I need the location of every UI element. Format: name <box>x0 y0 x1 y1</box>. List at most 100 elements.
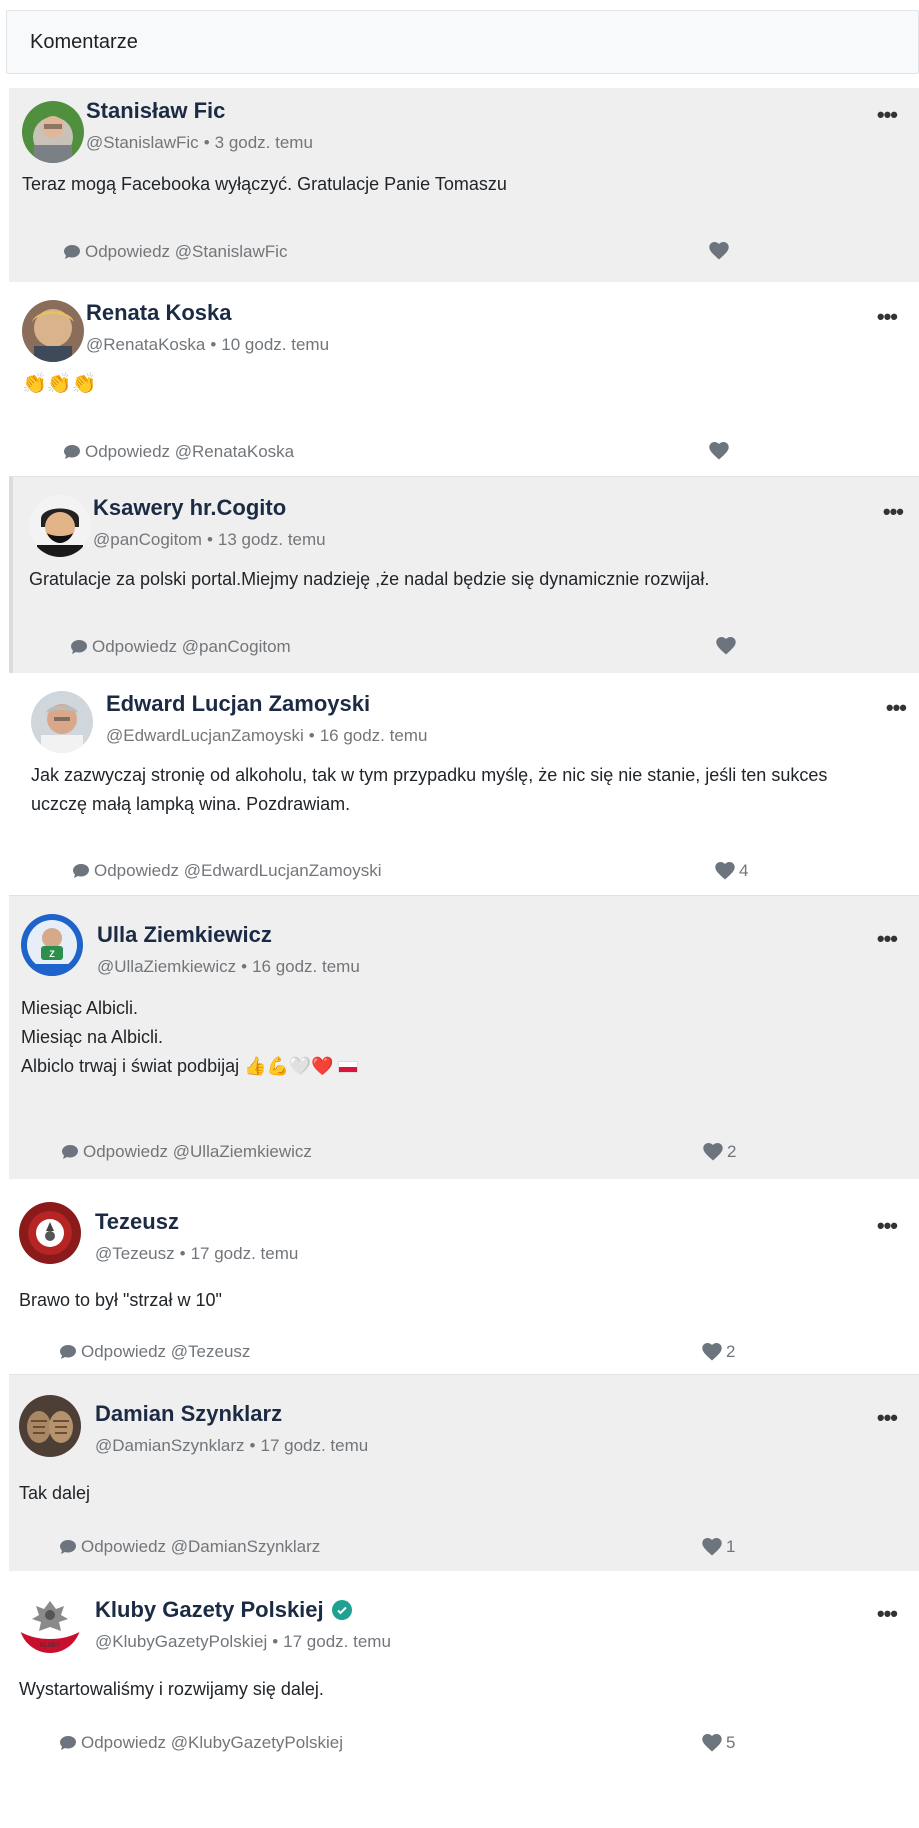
reply-button[interactable]: Odpowiedz @EdwardLucjanZamoyski <box>72 861 382 881</box>
comment-text-line: uczczę małą lampką wina. Pozdrawiam. <box>31 794 351 814</box>
reply-button[interactable]: Odpowiedz @DamianSzynklarz <box>59 1537 320 1557</box>
reply-label[interactable]: Odpowiedz @DamianSzynklarz <box>81 1537 320 1557</box>
user-handle[interactable]: @Tezeusz <box>95 1244 175 1263</box>
author-name-text[interactable]: Stanisław Fic <box>86 98 225 124</box>
avatar[interactable] <box>19 1395 81 1457</box>
comment-meta: @DamianSzynklarz • 17 godz. temu <box>95 1436 368 1456</box>
speech-bubble-icon <box>62 1145 78 1159</box>
reply-button[interactable]: Odpowiedz @Tezeusz <box>59 1342 250 1362</box>
author-name[interactable]: Edward Lucjan Zamoyski <box>106 691 370 717</box>
meta-separator: • <box>206 530 213 549</box>
author-name[interactable]: Ulla Ziemkiewicz <box>97 922 272 948</box>
user-handle[interactable]: @EdwardLucjanZamoyski <box>106 726 304 745</box>
comment-text: Jak zazwyczaj stronię od alkoholu, tak w… <box>31 761 891 819</box>
reply-label[interactable]: Odpowiedz @RenataKoska <box>85 442 294 462</box>
like-button[interactable] <box>709 242 733 260</box>
author-name[interactable]: Damian Szynklarz <box>95 1401 282 1427</box>
speech-bubble-icon <box>60 1736 76 1750</box>
user-handle[interactable]: @DamianSzynklarz <box>95 1436 245 1455</box>
reply-label[interactable]: Odpowiedz @EdwardLucjanZamoyski <box>94 861 382 881</box>
more-options-icon[interactable]: ••• <box>877 306 898 328</box>
author-name-text[interactable]: Kluby Gazety Polskiej <box>95 1597 324 1623</box>
speech-bubble-icon <box>60 1540 76 1554</box>
avatar[interactable] <box>19 1202 81 1264</box>
reply-button[interactable]: Odpowiedz @KlubyGazetyPolskiej <box>59 1733 343 1753</box>
comment-text-line: Brawo to był "strzał w 10" <box>19 1290 222 1310</box>
avatar[interactable]: Z <box>21 914 83 976</box>
comment-meta: @UllaZiemkiewicz • 16 godz. temu <box>97 957 360 977</box>
more-options-icon[interactable]: ••• <box>877 1407 898 1429</box>
comment-meta: @panCogitom • 13 godz. temu <box>93 530 326 550</box>
user-handle[interactable]: @StanislawFic <box>86 133 199 152</box>
like-button[interactable] <box>716 637 740 655</box>
more-options-icon[interactable]: ••• <box>877 1215 898 1237</box>
like-button[interactable]: 4 <box>715 861 748 881</box>
speech-bubble-icon <box>64 445 80 459</box>
author-name-text[interactable]: Ksawery hr.Cogito <box>93 495 286 521</box>
comment-text-line: Wystartowaliśmy i rozwijamy się dalej. <box>19 1679 324 1699</box>
like-button[interactable]: 2 <box>702 1342 735 1362</box>
more-options-icon[interactable]: ••• <box>883 501 904 523</box>
reply-button[interactable]: Odpowiedz @RenataKoska <box>63 442 294 462</box>
user-handle[interactable]: @panCogitom <box>93 530 202 549</box>
avatar[interactable] <box>31 691 93 753</box>
user-handle[interactable]: @KlubyGazetyPolskiej <box>95 1632 267 1651</box>
comment-text: Brawo to był "strzał w 10" <box>19 1286 879 1315</box>
like-button[interactable] <box>709 442 733 460</box>
author-name-text[interactable]: Edward Lucjan Zamoyski <box>106 691 370 717</box>
timestamp: 16 godz. temu <box>319 726 428 745</box>
heart-icon <box>716 637 736 655</box>
comment-text-line: Miesiąc na Albicli. <box>21 1027 164 1047</box>
author-name[interactable]: Stanisław Fic <box>86 98 225 124</box>
comment-text: Teraz mogą Facebooka wyłączyć. Gratulacj… <box>22 170 882 199</box>
like-button[interactable]: 1 <box>702 1537 735 1557</box>
more-options-icon[interactable]: ••• <box>886 697 907 719</box>
reply-label[interactable]: Odpowiedz @panCogitom <box>92 637 291 657</box>
speech-bubble-icon <box>73 864 89 878</box>
comment-meta: @EdwardLucjanZamoyski • 16 godz. temu <box>106 726 427 746</box>
comment-text-line: Gratulacje za polski portal.Miejmy nadzi… <box>29 569 710 589</box>
comment-text-line: Albiclo trwaj i świat podbijaj 👍💪🤍❤️ <box>21 1052 881 1081</box>
more-options-icon[interactable]: ••• <box>877 1603 898 1625</box>
reply-label[interactable]: Odpowiedz @Tezeusz <box>81 1342 250 1362</box>
author-name-text[interactable]: Damian Szynklarz <box>95 1401 282 1427</box>
like-button[interactable]: 5 <box>702 1733 735 1753</box>
heart-icon <box>703 1143 723 1161</box>
reply-button[interactable]: Odpowiedz @StanislawFic <box>63 242 287 262</box>
author-name[interactable]: Tezeusz <box>95 1209 179 1235</box>
author-name-text[interactable]: Ulla Ziemkiewicz <box>97 922 272 948</box>
avatar[interactable] <box>29 495 91 557</box>
avatar[interactable] <box>22 101 84 163</box>
meta-separator: • <box>241 957 248 976</box>
meta-separator: • <box>210 335 217 354</box>
avatar[interactable]: KLUBY <box>19 1591 81 1653</box>
reply-button[interactable]: Odpowiedz @UllaZiemkiewicz <box>61 1142 312 1162</box>
author-name[interactable]: Ksawery hr.Cogito <box>93 495 286 521</box>
author-name-text[interactable]: Renata Koska <box>86 300 232 326</box>
meta-separator: • <box>308 726 315 745</box>
reply-label[interactable]: Odpowiedz @UllaZiemkiewicz <box>83 1142 312 1162</box>
author-name[interactable]: Renata Koska <box>86 300 232 326</box>
reply-label[interactable]: Odpowiedz @KlubyGazetyPolskiej <box>81 1733 343 1753</box>
more-options-icon[interactable]: ••• <box>877 928 898 950</box>
heart-icon <box>709 242 729 260</box>
like-count: 5 <box>726 1733 736 1752</box>
comment-text: Tak dalej <box>19 1479 879 1508</box>
reply-label[interactable]: Odpowiedz @StanislawFic <box>85 242 287 262</box>
comment-text-line: Jak zazwyczaj stronię od alkoholu, tak w… <box>31 765 828 785</box>
heart-icon <box>709 442 729 460</box>
author-name-text[interactable]: Tezeusz <box>95 1209 179 1235</box>
heart-icon <box>702 1343 722 1361</box>
more-options-icon[interactable]: ••• <box>877 104 898 126</box>
user-handle[interactable]: @RenataKoska <box>86 335 205 354</box>
user-handle[interactable]: @UllaZiemkiewicz <box>97 957 236 976</box>
like-button[interactable]: 2 <box>703 1142 736 1162</box>
author-name[interactable]: Kluby Gazety Polskiej <box>95 1597 352 1623</box>
svg-text:Z: Z <box>49 949 55 959</box>
comment-item: Edward Lucjan Zamoyski @EdwardLucjanZamo… <box>9 673 919 896</box>
reply-button[interactable]: Odpowiedz @panCogitom <box>70 637 291 657</box>
comment-text-line: Teraz mogą Facebooka wyłączyć. Gratulacj… <box>22 174 507 194</box>
comment-meta: @Tezeusz • 17 godz. temu <box>95 1244 298 1264</box>
avatar[interactable] <box>22 300 84 362</box>
comment-list: Stanisław Fic @StanislawFic • 3 godz. temu… <box>9 88 919 1769</box>
